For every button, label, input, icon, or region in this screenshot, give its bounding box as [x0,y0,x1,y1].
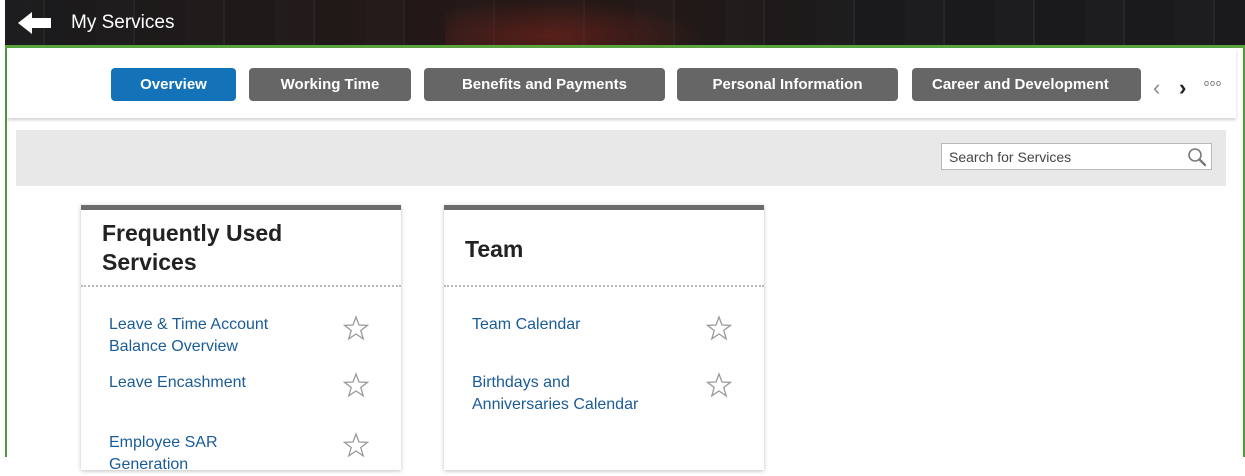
card-title-line: Frequently Used [102,220,283,246]
arrow-left-icon [18,12,51,34]
tab-career-and-development[interactable]: Career and Development [912,68,1141,101]
tab-prev-icon[interactable]: ‹ [1153,77,1160,99]
more-icon[interactable]: ooo [1204,78,1222,88]
tab-overview[interactable]: Overview [111,68,236,101]
header-background-art [445,0,705,45]
card-title: Frequently Used Services [102,219,342,277]
service-link-leave-encashment[interactable]: Leave Encashment [109,372,319,394]
service-link-employee-sar-generation[interactable]: Employee SAR Generation [109,432,319,476]
frequently-used-services-card: Frequently Used Services Leave & Time Ac… [81,205,401,473]
divider [81,285,401,287]
divider [444,285,764,287]
header-bar: My Services [5,0,1245,48]
card-title: Team [465,235,705,264]
back-button[interactable] [17,11,53,35]
tab-next-icon[interactable]: › [1179,77,1186,99]
magnifier-icon[interactable] [1187,147,1207,167]
card-title-line: Team [465,236,524,262]
search-band [16,130,1226,186]
tab-working-time[interactable]: Working Time [249,68,411,101]
star-outline-icon[interactable] [343,372,369,398]
star-outline-icon[interactable] [343,432,369,458]
search-input[interactable] [942,144,1179,169]
service-link-team-calendar[interactable]: Team Calendar [472,314,682,336]
service-link-birthdays-anniversaries-calendar[interactable]: Birthdays and Anniversaries Calendar [472,372,682,416]
search-box [941,143,1212,170]
card-title-line: Services [102,249,197,275]
star-outline-icon[interactable] [706,315,732,341]
team-card: Team Team Calendar Birthdays and Anniver… [444,205,764,470]
tab-strip: Overview Working Time Benefits and Payme… [7,48,1236,118]
service-link-leave-time-account-balance[interactable]: Leave & Time Account Balance Overview [109,314,319,358]
tab-personal-information[interactable]: Personal Information [677,68,898,101]
tab-benefits-and-payments[interactable]: Benefits and Payments [424,68,665,101]
star-outline-icon[interactable] [706,372,732,398]
star-outline-icon[interactable] [343,315,369,341]
page-title: My Services [71,12,175,33]
